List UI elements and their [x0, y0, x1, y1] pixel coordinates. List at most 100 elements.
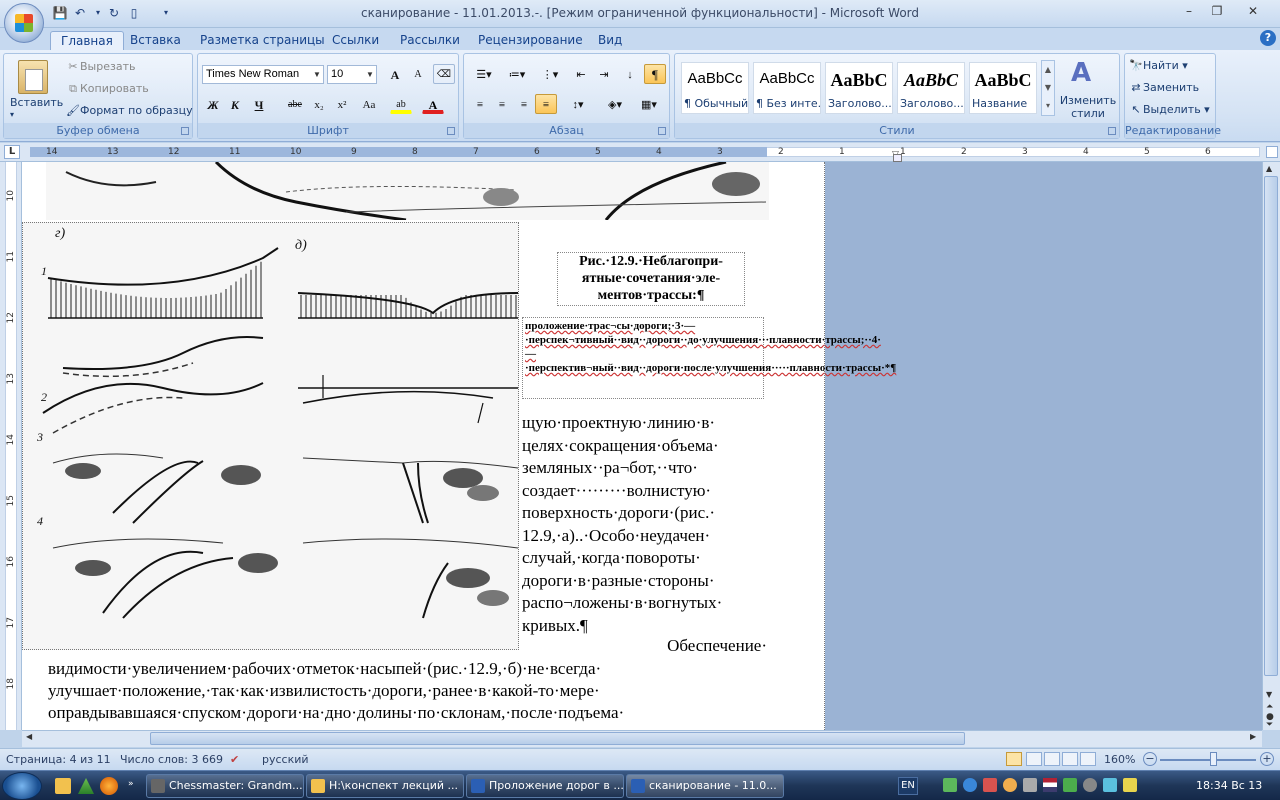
- clock[interactable]: 18:34 Вс 13: [1196, 779, 1262, 792]
- borders-button[interactable]: ▦▾: [634, 94, 664, 114]
- body-line[interactable]: видимости·увеличением·рабочих·отметок·на…: [48, 658, 768, 681]
- tray-app-icon[interactable]: [943, 778, 957, 792]
- bold-button[interactable]: Ж: [202, 94, 224, 114]
- language-bar[interactable]: EN: [898, 777, 918, 795]
- task-word-scan[interactable]: сканирование - 11.0...: [626, 774, 784, 798]
- styles-scroll[interactable]: ▲ ▼ ▾: [1041, 60, 1055, 116]
- justify-button[interactable]: ≡: [535, 94, 557, 114]
- tab-references[interactable]: Ссылки: [322, 31, 389, 50]
- document-page[interactable]: г) д) 1 2 3 4 Рис.·12.9.·Неблагопри- ятн…: [22, 162, 896, 730]
- undo-dropdown-icon[interactable]: ▾: [90, 5, 106, 21]
- bullets-button[interactable]: ☰▾: [469, 64, 499, 84]
- scroll-up-icon[interactable]: ▲: [1266, 164, 1272, 173]
- language-indicator[interactable]: русский: [262, 753, 309, 766]
- tab-review[interactable]: Рецензирование: [468, 31, 593, 50]
- align-left-button[interactable]: ≡: [469, 94, 491, 114]
- tab-page-layout[interactable]: Разметка страницы: [190, 31, 335, 50]
- figure-caption[interactable]: Рис.·12.9.·Неблагопри- ятные·сочетания·э…: [557, 252, 745, 306]
- previous-page-icon[interactable]: ⏶: [1266, 702, 1273, 712]
- vertical-scroll-thumb[interactable]: [1264, 176, 1278, 676]
- font-size-combo[interactable]: 10 ▼: [327, 65, 377, 84]
- horizontal-scroll-thumb[interactable]: [150, 732, 965, 745]
- draft-view-icon[interactable]: [1080, 752, 1096, 766]
- zoom-in-icon[interactable]: +: [1260, 752, 1274, 766]
- style-title[interactable]: AaBbC Название: [969, 62, 1037, 114]
- find-button[interactable]: 🔭Найти ▾: [1129, 59, 1188, 73]
- small-caption-textbox[interactable]: проложение·трас¬сы·дороги;·3·—·перспек¬т…: [522, 317, 896, 399]
- full-screen-reading-icon[interactable]: [1026, 752, 1042, 766]
- body-line[interactable]: оправдывавшаяся·спуском·дороги·на·дно·до…: [48, 702, 768, 725]
- task-folder[interactable]: H:\конспект лекций ...: [306, 774, 464, 798]
- sort-button[interactable]: ↓: [619, 64, 641, 84]
- tray-app2-icon[interactable]: [1063, 778, 1077, 792]
- paste-dropdown-icon[interactable]: ▾: [10, 110, 14, 119]
- increase-indent-button[interactable]: ⇥: [593, 64, 615, 84]
- grow-font-button[interactable]: A: [384, 64, 406, 84]
- align-right-button[interactable]: ≡: [513, 94, 535, 114]
- font-launcher-icon[interactable]: [447, 127, 455, 135]
- clipboard-launcher-icon[interactable]: [181, 127, 189, 135]
- replace-button[interactable]: ⇄ Заменить: [1129, 81, 1199, 95]
- tray-app3-icon[interactable]: [1103, 778, 1117, 792]
- clear-formatting-button[interactable]: ⌫: [433, 64, 455, 84]
- show-marks-button[interactable]: ¶: [644, 64, 666, 84]
- tray-power-icon[interactable]: [1123, 778, 1137, 792]
- select-button[interactable]: ↖ Выделить ▾: [1129, 103, 1209, 117]
- cut-button[interactable]: ✂ Вырезать: [66, 60, 135, 74]
- scroll-down-icon[interactable]: ▼: [1266, 690, 1272, 699]
- web-layout-icon[interactable]: [1044, 752, 1060, 766]
- customize-toolbar-icon[interactable]: ▾: [158, 5, 174, 21]
- copy-button[interactable]: ⧉ Копировать: [66, 82, 149, 96]
- tab-view[interactable]: Вид: [588, 31, 632, 50]
- scroll-right-icon[interactable]: ▶: [1250, 732, 1256, 741]
- styles-launcher-icon[interactable]: [1108, 127, 1116, 135]
- tray-network-icon[interactable]: [963, 778, 977, 792]
- save-icon[interactable]: 💾: [52, 5, 68, 21]
- spelling-check-icon[interactable]: ✔: [230, 753, 239, 766]
- close-button[interactable]: ✕: [1240, 2, 1266, 20]
- tab-selector[interactable]: L: [4, 145, 20, 159]
- subscript-button[interactable]: x₂: [308, 94, 330, 114]
- minimize-button[interactable]: –: [1176, 2, 1202, 20]
- style-heading-1[interactable]: AaBbC Заголово...: [825, 62, 893, 114]
- task-chessmaster[interactable]: Chessmaster: Grandm...: [146, 774, 304, 798]
- outline-view-icon[interactable]: [1062, 752, 1078, 766]
- system-tray-icons[interactable]: [935, 776, 1165, 796]
- word-count[interactable]: Число слов: 3 669: [120, 753, 223, 766]
- style-normal[interactable]: AaBbCc ¶ Обычный: [681, 62, 749, 114]
- zoom-out-icon[interactable]: −: [1143, 752, 1157, 766]
- body-line[interactable]: улучшает·положение,·так·как·извилистость…: [48, 680, 768, 703]
- font-family-combo[interactable]: Times New Roman ▼: [202, 65, 324, 84]
- print-layout-view-icon[interactable]: [1006, 752, 1022, 766]
- tray-antivirus-icon[interactable]: [983, 778, 997, 792]
- redo-icon[interactable]: ↻: [106, 5, 122, 21]
- underline-button[interactable]: Ч: [248, 94, 270, 114]
- paste-button[interactable]: Вставить: [10, 96, 63, 109]
- tab-insert[interactable]: Вставка: [120, 31, 191, 50]
- right-column-text[interactable]: щую·проектную·линию·в· целях·сокращения·…: [522, 412, 767, 637]
- change-styles-button[interactable]: Изменить стили: [1059, 94, 1117, 120]
- zoom-level[interactable]: 160%: [1104, 753, 1135, 766]
- line-spacing-button[interactable]: ↕▾: [563, 94, 593, 114]
- shrink-font-button[interactable]: A: [407, 64, 429, 84]
- italic-button[interactable]: К: [224, 94, 246, 114]
- start-button[interactable]: [2, 772, 42, 800]
- highlight-button[interactable]: ab: [390, 94, 412, 114]
- zoom-slider-thumb[interactable]: [1210, 752, 1217, 766]
- shading-button[interactable]: ◈▾: [600, 94, 630, 114]
- paragraph-launcher-icon[interactable]: [658, 127, 666, 135]
- section-start-text[interactable]: Обеспечение·: [522, 635, 767, 658]
- view-ruler-toggle[interactable]: [1266, 146, 1278, 158]
- help-icon[interactable]: ?: [1260, 30, 1276, 46]
- scroll-left-icon[interactable]: ◀: [26, 732, 32, 741]
- next-page-icon[interactable]: ⏷: [1266, 720, 1273, 730]
- show-desktop-icon[interactable]: [55, 778, 71, 794]
- superscript-button[interactable]: x²: [331, 94, 353, 114]
- style-no-spacing[interactable]: AaBbCc ¶ Без инте...: [753, 62, 821, 114]
- new-document-icon[interactable]: ▯: [126, 5, 142, 21]
- quicklaunch-app-icon[interactable]: [78, 778, 94, 794]
- zoom-slider[interactable]: [1160, 759, 1256, 761]
- format-painter-button[interactable]: 🖌Формат по образцу: [66, 104, 193, 118]
- quicklaunch-more-icon[interactable]: »: [128, 779, 134, 789]
- undo-icon[interactable]: ↶: [72, 5, 88, 21]
